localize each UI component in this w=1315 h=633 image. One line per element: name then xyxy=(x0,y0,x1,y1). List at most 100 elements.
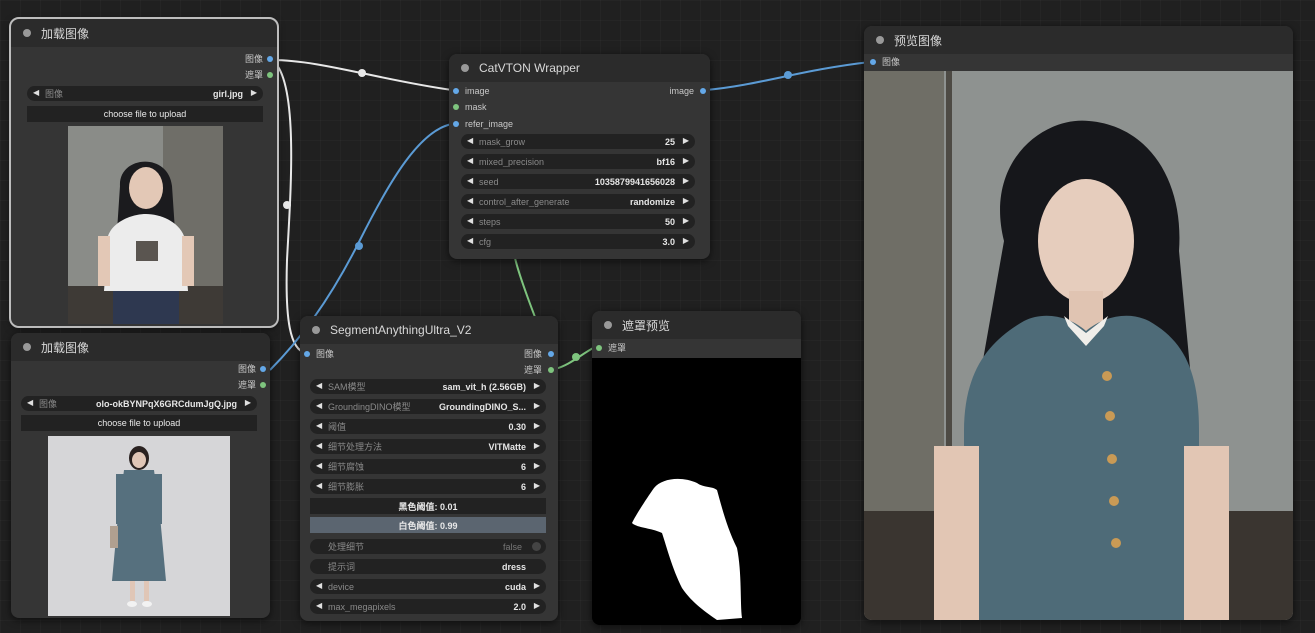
node-title-bar[interactable]: SegmentAnythingUltra_V2 xyxy=(300,316,558,344)
arrow-right-icon[interactable]: ▶ xyxy=(534,381,540,390)
catvton-wrapper-node[interactable]: CatVTON Wrapper image mask refer_image i… xyxy=(449,54,710,259)
steps-widget[interactable]: ◀ steps 50 ▶ xyxy=(461,214,695,229)
arrow-right-icon[interactable]: ▶ xyxy=(534,441,540,450)
max-megapixels-widget[interactable]: ◀ max_megapixels 2.0 ▶ xyxy=(310,599,546,614)
output-image-slot[interactable]: 图像 xyxy=(238,362,266,376)
black-threshold-slider[interactable]: 黑色阈值: 0.01 xyxy=(310,498,546,514)
arrow-right-icon[interactable]: ▶ xyxy=(683,216,689,225)
collapse-dot-icon[interactable] xyxy=(876,36,884,44)
arrow-right-icon[interactable]: ▶ xyxy=(683,196,689,205)
arrow-left-icon[interactable]: ◀ xyxy=(316,461,322,470)
output-image-slot[interactable]: 图像 xyxy=(524,347,554,361)
input-dot-icon[interactable] xyxy=(453,121,459,127)
image-select-widget[interactable]: ◀ 图像 olo-okBYNPqX6GRCdumJgQ.jpg ▶ xyxy=(21,396,257,411)
arrow-left-icon[interactable]: ◀ xyxy=(467,196,473,205)
arrow-right-icon[interactable]: ▶ xyxy=(534,421,540,430)
input-dot-icon[interactable] xyxy=(304,351,310,357)
arrow-left-icon[interactable]: ◀ xyxy=(316,401,322,410)
load-image-node-1[interactable]: 加载图像 图像 遮罩 ◀ 图像 girl.jpg ▶ choose file t… xyxy=(9,17,279,328)
output-mask-slot[interactable]: 遮罩 xyxy=(238,378,266,392)
arrow-right-icon[interactable]: ▶ xyxy=(251,88,257,97)
arrow-right-icon[interactable]: ▶ xyxy=(534,601,540,610)
threshold-widget[interactable]: ◀ 阈值 0.30 ▶ xyxy=(310,419,546,434)
collapse-dot-icon[interactable] xyxy=(23,29,31,37)
output-dot-icon[interactable] xyxy=(260,382,266,388)
segment-anything-node[interactable]: SegmentAnythingUltra_V2 图像 图像 遮罩 ◀ SAM模型… xyxy=(300,316,558,621)
node-title-bar[interactable]: CatVTON Wrapper xyxy=(449,54,710,82)
upload-button[interactable]: choose file to upload xyxy=(27,106,263,122)
arrow-right-icon[interactable]: ▶ xyxy=(534,401,540,410)
arrow-right-icon[interactable]: ▶ xyxy=(245,398,251,407)
arrow-left-icon[interactable]: ◀ xyxy=(316,381,322,390)
toggle-knob-icon[interactable] xyxy=(532,542,541,551)
arrow-left-icon[interactable]: ◀ xyxy=(33,88,39,97)
arrow-right-icon[interactable]: ▶ xyxy=(683,156,689,165)
arrow-left-icon[interactable]: ◀ xyxy=(316,481,322,490)
collapse-dot-icon[interactable] xyxy=(461,64,469,72)
mask-grow-widget[interactable]: ◀ mask_grow 25 ▶ xyxy=(461,134,695,149)
node-title: CatVTON Wrapper xyxy=(479,61,580,75)
image-select-widget[interactable]: ◀ 图像 girl.jpg ▶ xyxy=(27,86,263,101)
output-dot-icon[interactable] xyxy=(267,72,273,78)
arrow-left-icon[interactable]: ◀ xyxy=(467,216,473,225)
detail-method-widget[interactable]: ◀ 细节处理方法 VITMatte ▶ xyxy=(310,439,546,454)
detail-dilate-widget[interactable]: ◀ 细节膨胀 6 ▶ xyxy=(310,479,546,494)
cfg-widget[interactable]: ◀ cfg 3.0 ▶ xyxy=(461,234,695,249)
arrow-right-icon[interactable]: ▶ xyxy=(683,136,689,145)
prompt-input[interactable]: 提示词 dress xyxy=(310,559,546,574)
arrow-right-icon[interactable]: ▶ xyxy=(534,481,540,490)
input-dot-icon[interactable] xyxy=(453,88,459,94)
output-dot-icon[interactable] xyxy=(700,88,706,94)
upload-button[interactable]: choose file to upload xyxy=(21,415,257,431)
arrow-right-icon[interactable]: ▶ xyxy=(534,461,540,470)
sam-model-widget[interactable]: ◀ SAM模型 sam_vit_h (2.56GB) ▶ xyxy=(310,379,546,394)
preview-image-node[interactable]: 预览图像 图像 xyxy=(864,26,1293,620)
collapse-dot-icon[interactable] xyxy=(604,321,612,329)
node-title-bar[interactable]: 加载图像 xyxy=(11,333,270,361)
collapse-dot-icon[interactable] xyxy=(312,326,320,334)
device-widget[interactable]: ◀ device cuda ▶ xyxy=(310,579,546,594)
mixed-precision-widget[interactable]: ◀ mixed_precision bf16 ▶ xyxy=(461,154,695,169)
output-dot-icon[interactable] xyxy=(267,56,273,62)
load-image-node-2[interactable]: 加载图像 图像 遮罩 ◀ 图像 olo-okBYNPqX6GRCdumJgQ.j… xyxy=(11,333,270,618)
input-mask-slot[interactable]: mask xyxy=(453,100,487,114)
input-dot-icon[interactable] xyxy=(596,345,602,351)
arrow-right-icon[interactable]: ▶ xyxy=(683,236,689,245)
input-refer-image-slot[interactable]: refer_image xyxy=(453,117,513,131)
arrow-right-icon[interactable]: ▶ xyxy=(683,176,689,185)
arrow-left-icon[interactable]: ◀ xyxy=(27,398,33,407)
arrow-right-icon[interactable]: ▶ xyxy=(534,581,540,590)
collapse-dot-icon[interactable] xyxy=(23,343,31,351)
control-after-generate-widget[interactable]: ◀ control_after_generate randomize ▶ xyxy=(461,194,695,209)
input-image-slot[interactable]: 图像 xyxy=(870,55,900,69)
process-detail-toggle[interactable]: 处理细节 false xyxy=(310,539,546,554)
arrow-left-icon[interactable]: ◀ xyxy=(316,441,322,450)
output-dot-icon[interactable] xyxy=(548,367,554,373)
input-dot-icon[interactable] xyxy=(453,104,459,110)
groundingdino-model-widget[interactable]: ◀ GroundingDINO模型 GroundingDINO_S... ▶ xyxy=(310,399,546,414)
output-image-slot[interactable]: 图像 xyxy=(245,52,273,66)
input-image-slot[interactable]: 图像 xyxy=(304,347,334,361)
input-dot-icon[interactable] xyxy=(870,59,876,65)
output-dot-icon[interactable] xyxy=(260,366,266,372)
node-title-bar[interactable]: 预览图像 xyxy=(864,26,1293,54)
output-image-slot[interactable]: image xyxy=(669,84,706,98)
output-mask-slot[interactable]: 遮罩 xyxy=(524,363,554,377)
arrow-left-icon[interactable]: ◀ xyxy=(467,176,473,185)
output-dot-icon[interactable] xyxy=(548,351,554,357)
output-mask-slot[interactable]: 遮罩 xyxy=(245,68,273,82)
detail-erode-widget[interactable]: ◀ 细节腐蚀 6 ▶ xyxy=(310,459,546,474)
input-mask-slot[interactable]: 遮罩 xyxy=(596,341,626,355)
arrow-left-icon[interactable]: ◀ xyxy=(316,581,322,590)
arrow-left-icon[interactable]: ◀ xyxy=(316,601,322,610)
input-image-slot[interactable]: image xyxy=(453,84,490,98)
node-title-bar[interactable]: 加载图像 xyxy=(11,19,277,47)
arrow-left-icon[interactable]: ◀ xyxy=(467,156,473,165)
seed-widget[interactable]: ◀ seed 1035879941656028 ▶ xyxy=(461,174,695,189)
white-threshold-slider[interactable]: 白色阈值: 0.99 xyxy=(310,517,546,533)
arrow-left-icon[interactable]: ◀ xyxy=(316,421,322,430)
mask-preview-node[interactable]: 遮罩预览 遮罩 xyxy=(592,311,801,625)
node-title-bar[interactable]: 遮罩预览 xyxy=(592,311,801,339)
arrow-left-icon[interactable]: ◀ xyxy=(467,236,473,245)
arrow-left-icon[interactable]: ◀ xyxy=(467,136,473,145)
